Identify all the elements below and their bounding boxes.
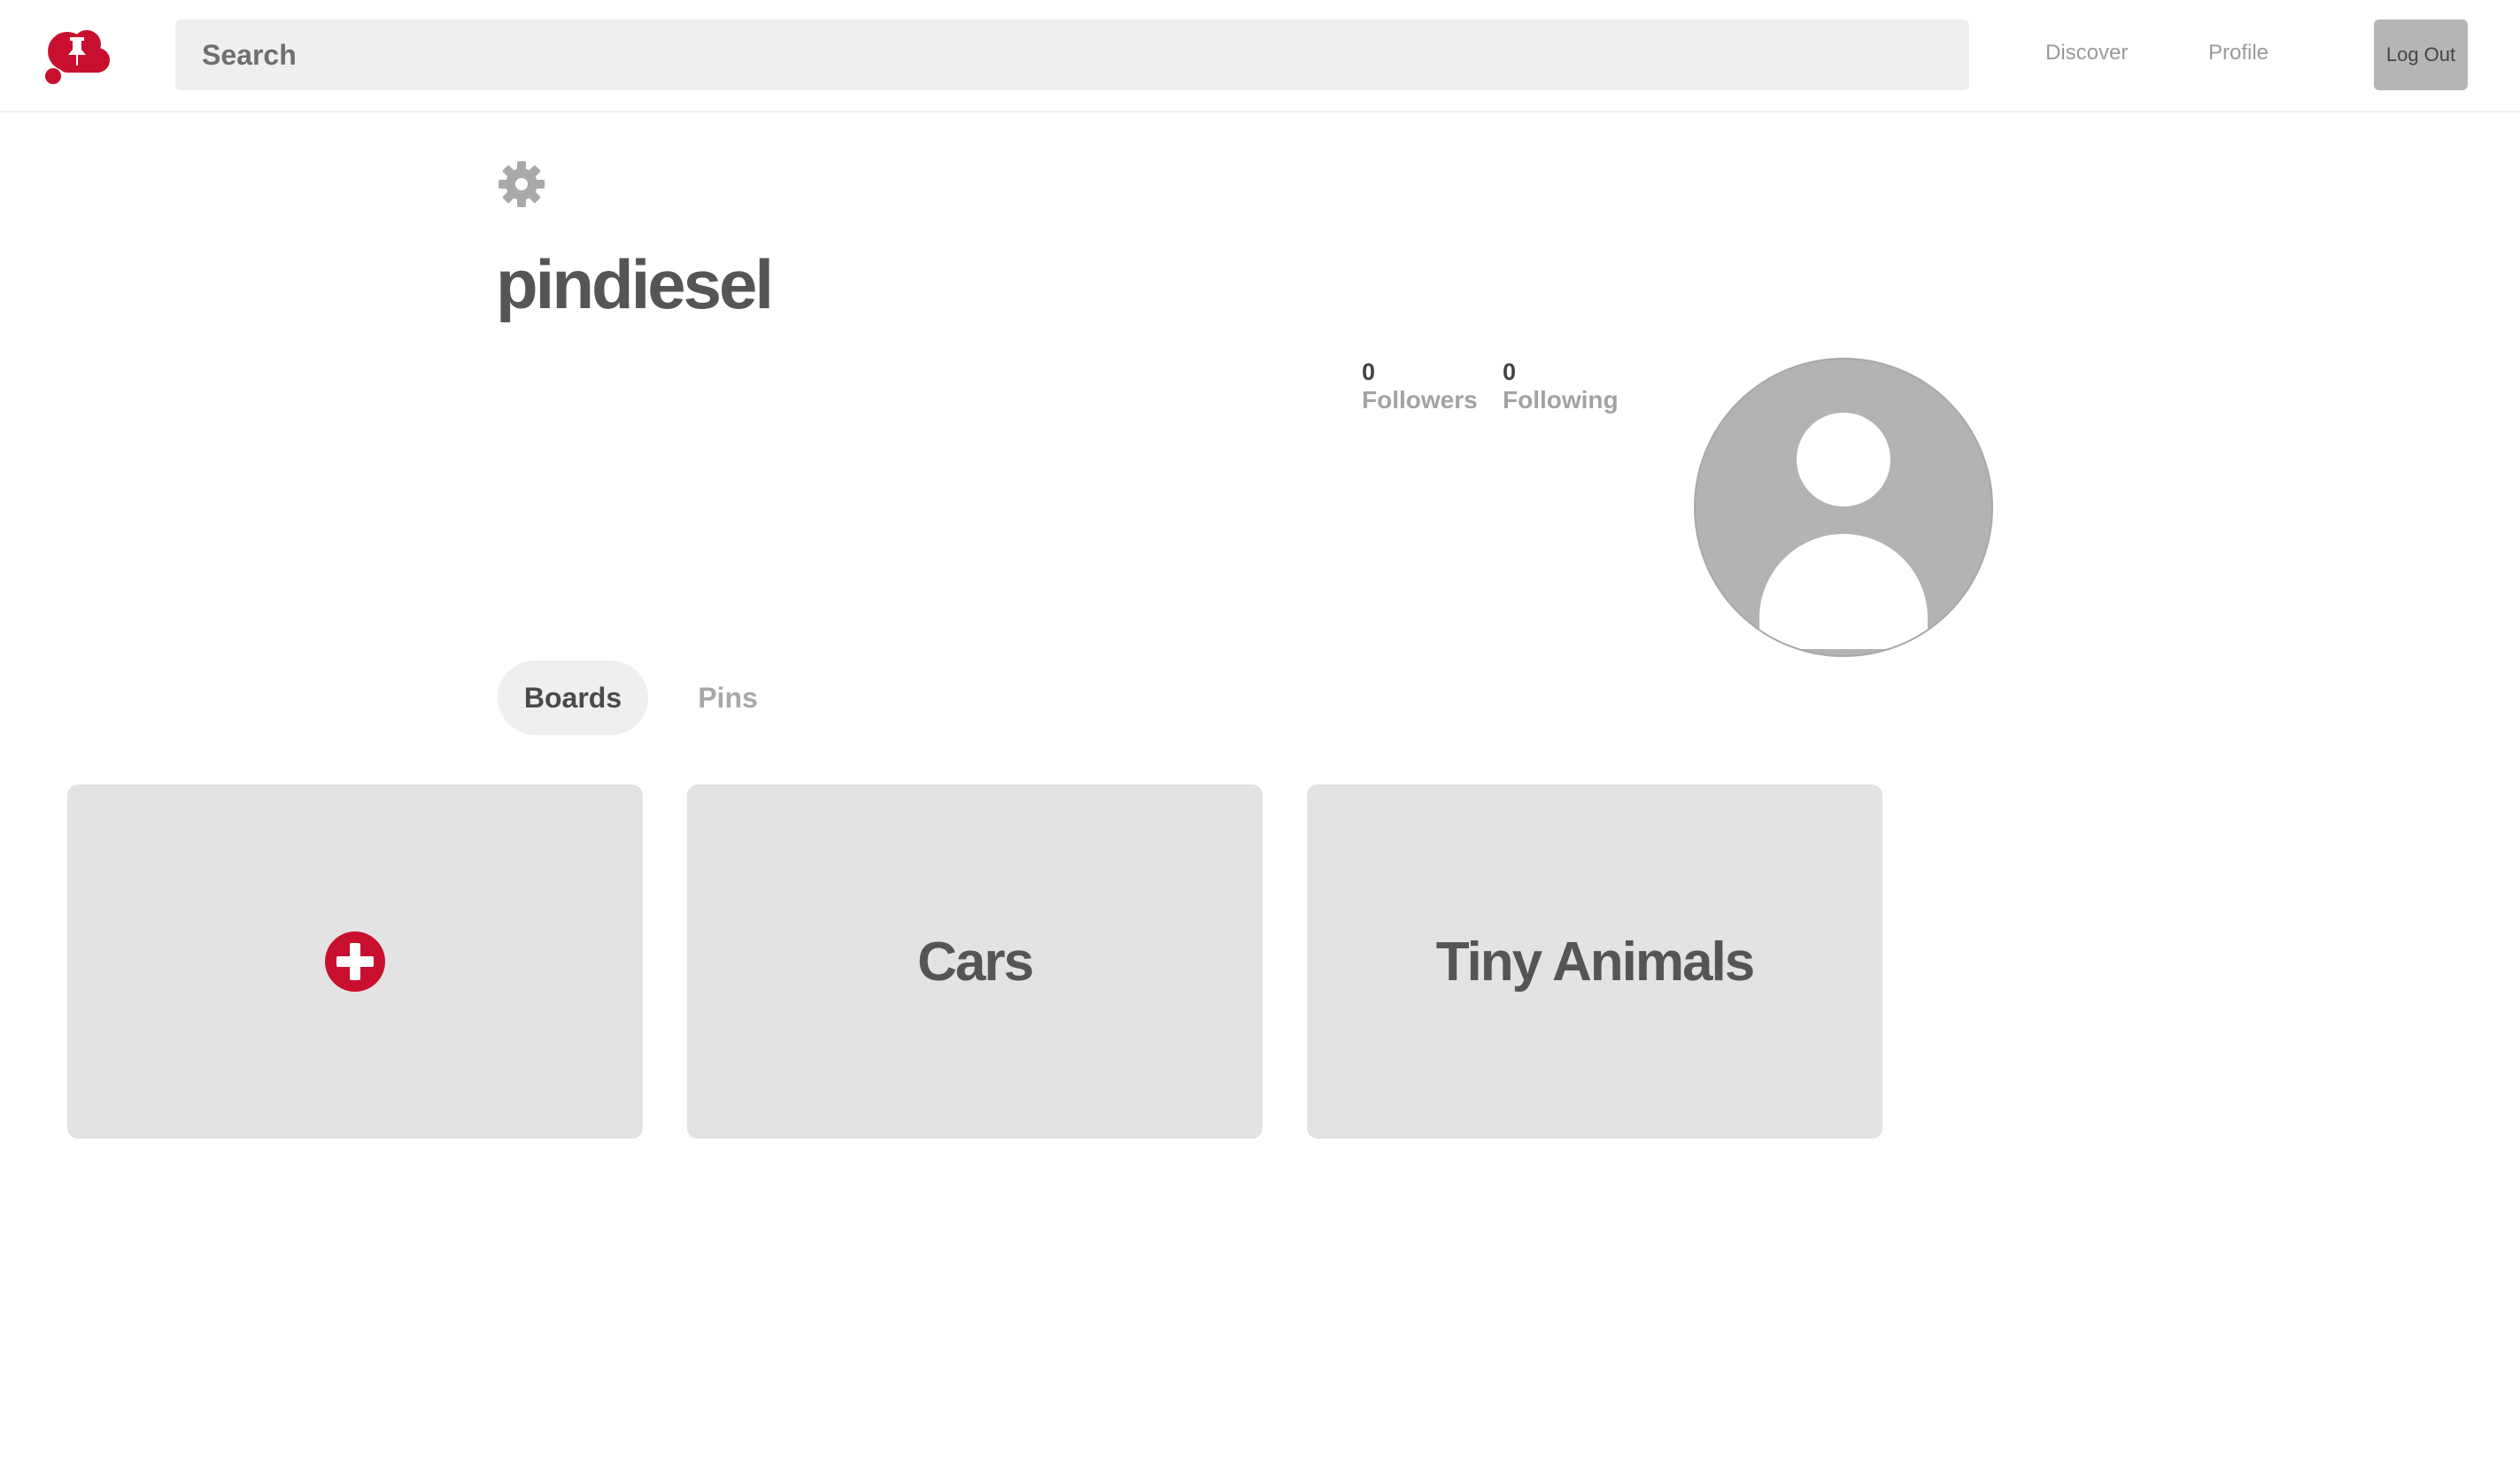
- board-title: Cars: [917, 931, 1034, 993]
- nav-profile-link[interactable]: Profile: [2208, 41, 2269, 66]
- board-title: Tiny Animals: [1435, 931, 1755, 993]
- pin-cloud-logo[interactable]: [43, 25, 112, 87]
- board-card[interactable]: Cars: [687, 785, 1263, 1139]
- logout-button[interactable]: Log Out: [2374, 19, 2468, 90]
- following-stat[interactable]: 0 Following: [1503, 358, 1619, 414]
- nav-discover-link[interactable]: Discover: [2045, 41, 2128, 66]
- profile-username: pindiesel: [496, 245, 774, 323]
- followers-label: Followers: [1362, 386, 1478, 414]
- plus-circle-icon: [325, 931, 385, 992]
- followers-stat[interactable]: 0 Followers: [1362, 358, 1478, 414]
- followers-count: 0: [1362, 359, 1376, 385]
- create-board-card[interactable]: [67, 785, 643, 1139]
- search-input[interactable]: [175, 19, 1969, 90]
- following-label: Following: [1503, 386, 1619, 414]
- top-navigation-bar: Discover Profile Log Out: [0, 0, 2520, 112]
- tab-boards[interactable]: Boards: [498, 661, 648, 735]
- user-avatar-icon: [1694, 358, 1993, 657]
- following-count: 0: [1503, 359, 1517, 385]
- board-card[interactable]: Tiny Animals: [1307, 785, 1882, 1139]
- tab-pins[interactable]: Pins: [682, 661, 774, 735]
- gear-icon[interactable]: [497, 159, 546, 209]
